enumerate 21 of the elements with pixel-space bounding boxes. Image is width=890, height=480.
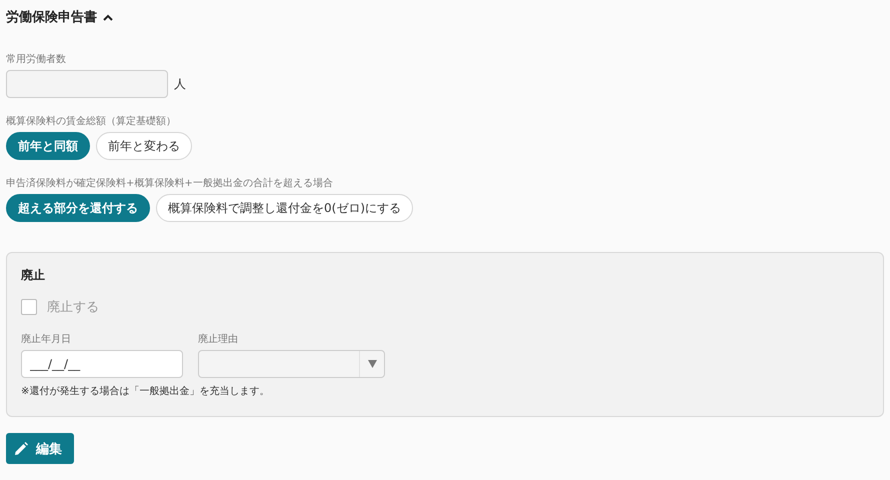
field-label: 廃止年月日 — [21, 332, 72, 346]
field-label: 常用労働者数 — [6, 52, 67, 66]
edit-button[interactable]: 編集 — [6, 433, 74, 464]
panel-title: 廃止 — [21, 267, 46, 284]
unit-label: 人 — [174, 76, 186, 92]
pencil-icon — [14, 442, 28, 456]
field-label: 廃止理由 — [198, 332, 239, 346]
section-title: 労働保険申告書 — [6, 8, 97, 26]
option-button[interactable]: 前年と同額 — [6, 132, 90, 160]
date-input[interactable]: ___/__/__ — [21, 350, 183, 378]
workers-input[interactable] — [6, 70, 168, 98]
chevron-icon[interactable] — [103, 14, 113, 20]
option-button[interactable]: 前年と変わる — [96, 132, 192, 160]
field-label: 申告済保険料が確定保険料+概算保険料+一般拠出金の合計を超える場合 — [6, 176, 334, 190]
reason-select[interactable] — [198, 350, 385, 378]
option-button[interactable]: 超える部分を還付する — [6, 194, 150, 222]
note-text: ※還付が発生する場合は「一般拠出金」を充当します。 — [21, 384, 270, 398]
option-button[interactable]: 概算保険料で調整し還付金を0(ゼロ)にする — [156, 194, 413, 222]
checkbox-label: 廃止する — [47, 299, 99, 316]
field-label: 概算保険料の賃金総額（算定基礎額） — [6, 114, 177, 128]
dropdown-arrow-icon — [368, 360, 376, 368]
